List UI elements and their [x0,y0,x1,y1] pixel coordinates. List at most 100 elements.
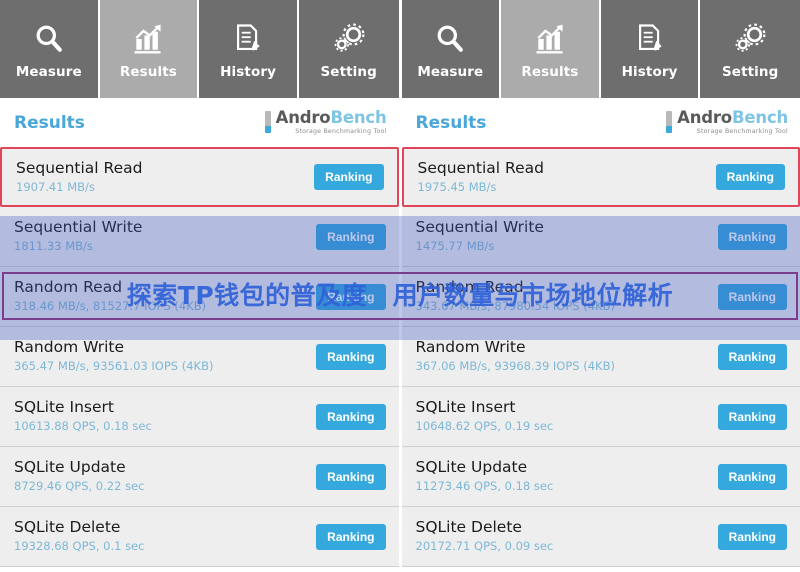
row-title: SQLite Delete [415,518,522,537]
row-value: 1907.41 MB/s [16,179,95,194]
ranking-button[interactable]: Ranking [717,523,787,550]
table-row[interactable]: SQLite Update 8729.46 QPS, 0.22 sec Rank… [0,447,399,507]
ranking-button[interactable]: Ranking [717,283,787,310]
bar-chart-icon [530,19,570,59]
document-edit-icon [630,19,670,59]
bar-chart-icon [128,19,168,59]
right-results-list: Sequential Read 1975.45 MB/s Ranking Seq… [401,147,800,567]
row-title: Sequential Write [14,218,143,237]
logo-wordmark: AndroBench [275,108,387,128]
table-row[interactable]: Random Write 365.47 MB/s, 93561.03 IOPS … [0,327,399,387]
logo-mark-icon [264,111,271,134]
row-texts: SQLite Delete 20172.71 QPS, 0.09 sec [416,519,554,553]
table-row[interactable]: Random Read 318.46 MB/s, 81527.7 IOPS (4… [0,267,399,327]
row-title: SQLite Update [14,458,126,477]
ranking-button[interactable]: Ranking [316,463,386,490]
ranking-button[interactable]: Ranking [717,343,787,370]
logo-andro: Andro [677,108,732,128]
gears-icon [329,19,369,59]
ranking-button[interactable]: Ranking [316,403,386,430]
table-row[interactable]: Sequential Read 1907.41 MB/s Ranking [0,147,399,207]
row-title: Sequential Read [16,158,143,177]
table-row[interactable]: Sequential Write 1811.33 MB/s Ranking [0,207,399,267]
nav-label-setting: Setting [721,63,779,80]
row-texts: Random Read 343.67 MB/s, 87980.54 IOPS (… [416,279,615,313]
row-texts: SQLite Insert 10648.62 QPS, 0.19 sec [416,399,554,433]
row-value: 10613.88 QPS, 0.18 sec [14,419,152,434]
search-icon [430,19,470,59]
document-edit-icon [228,19,268,59]
nav-item-results[interactable]: Results [99,0,200,98]
nav-label-results: Results [521,63,579,80]
ranking-button[interactable]: Ranking [316,523,386,550]
ranking-button[interactable]: Ranking [316,283,386,310]
row-texts: SQLite Update 11273.46 QPS, 0.18 sec [416,459,554,493]
logo-subtitle: Storage Benchmarking Tool [696,127,788,135]
left-header: Results AndroBench Storage Benchmarking … [0,98,399,147]
row-title: SQLite Update [415,458,528,477]
row-value: 11273.46 QPS, 0.18 sec [415,479,554,494]
nav-label-results: Results [119,63,177,80]
androbench-logo: AndroBench Storage Benchmarking Tool [666,108,788,135]
table-row[interactable]: SQLite Delete 19328.68 QPS, 0.1 sec Rank… [0,507,399,567]
row-title: SQLite Insert [415,398,516,417]
ranking-button[interactable]: Ranking [316,343,386,370]
table-row[interactable]: SQLite Update 11273.46 QPS, 0.18 sec Ran… [401,447,800,507]
ranking-button[interactable]: Ranking [717,403,787,430]
left-results-list: Sequential Read 1907.41 MB/s Ranking Seq… [0,147,399,567]
row-value: 367.06 MB/s, 93968.39 IOPS (4KB) [415,359,615,374]
ranking-button[interactable]: Ranking [316,223,386,250]
table-row[interactable]: Random Write 367.06 MB/s, 93968.39 IOPS … [401,327,800,387]
logo-mark-icon [666,111,673,134]
row-title: Sequential Write [415,218,544,237]
row-texts: Sequential Read 1907.41 MB/s [16,158,143,194]
table-row[interactable]: Sequential Read 1975.45 MB/s Ranking [401,147,800,207]
logo-bench: Bench [731,108,788,128]
table-row[interactable]: Sequential Write 1475.77 MB/s Ranking [401,207,800,267]
table-row[interactable]: SQLite Insert 10613.88 QPS, 0.18 sec Ran… [0,387,399,447]
nav-label-history: History [220,63,276,80]
dual-screenshot-comparison: Measure Results History Setting Results … [0,0,800,572]
row-texts: Random Write 367.06 MB/s, 93968.39 IOPS … [416,339,615,373]
nav-item-setting[interactable]: Setting [700,0,800,98]
left-bottom-nav: Measure Results History Setting [0,0,399,98]
gears-icon [730,19,770,59]
ranking-button[interactable]: Ranking [715,164,785,190]
table-row[interactable]: SQLite Insert 10648.62 QPS, 0.19 sec Ran… [401,387,800,447]
row-title: Sequential Read [417,158,544,177]
table-row[interactable]: SQLite Delete 20172.71 QPS, 0.09 sec Ran… [401,507,800,567]
nav-item-history[interactable]: History [600,0,701,98]
row-value: 8729.46 QPS, 0.22 sec [14,479,145,494]
row-texts: SQLite Update 8729.46 QPS, 0.22 sec [14,459,144,493]
ranking-button[interactable]: Ranking [717,223,787,250]
page-title: Results [415,112,487,133]
right-bottom-nav: Measure Results History Setting [401,0,800,98]
nav-item-measure[interactable]: Measure [0,0,100,98]
row-title: SQLite Delete [14,518,121,537]
ranking-button[interactable]: Ranking [717,463,787,490]
page-title: Results [14,112,85,133]
row-value: 19328.68 QPS, 0.1 sec [14,539,145,554]
row-title: Random Read [415,278,524,297]
nav-item-results[interactable]: Results [501,0,601,98]
left-phone-panel: Measure Results History Setting Results … [0,0,400,572]
nav-item-setting[interactable]: Setting [298,0,399,98]
androbench-logo: AndroBench Storage Benchmarking Tool [264,108,387,135]
nav-item-history[interactable]: History [199,0,299,98]
row-title: SQLite Insert [14,398,114,417]
table-row[interactable]: Random Read 343.67 MB/s, 87980.54 IOPS (… [401,267,800,327]
logo-andro: Andro [275,108,331,128]
right-phone-panel: Measure Results History Setting Results … [401,0,800,572]
row-texts: SQLite Insert 10613.88 QPS, 0.18 sec [14,399,152,433]
nav-label-measure: Measure [417,63,484,80]
row-title: Random Write [415,338,526,357]
right-header: Results AndroBench Storage Benchmarking … [401,98,800,147]
row-texts: SQLite Delete 19328.68 QPS, 0.1 sec [14,519,144,553]
nav-item-measure[interactable]: Measure [401,0,502,98]
search-icon [29,19,69,59]
ranking-button[interactable]: Ranking [314,164,384,190]
row-value: 10648.62 QPS, 0.19 sec [415,419,554,434]
row-value: 1811.33 MB/s [14,239,93,254]
nav-label-measure: Measure [15,63,82,80]
nav-label-setting: Setting [320,63,377,80]
